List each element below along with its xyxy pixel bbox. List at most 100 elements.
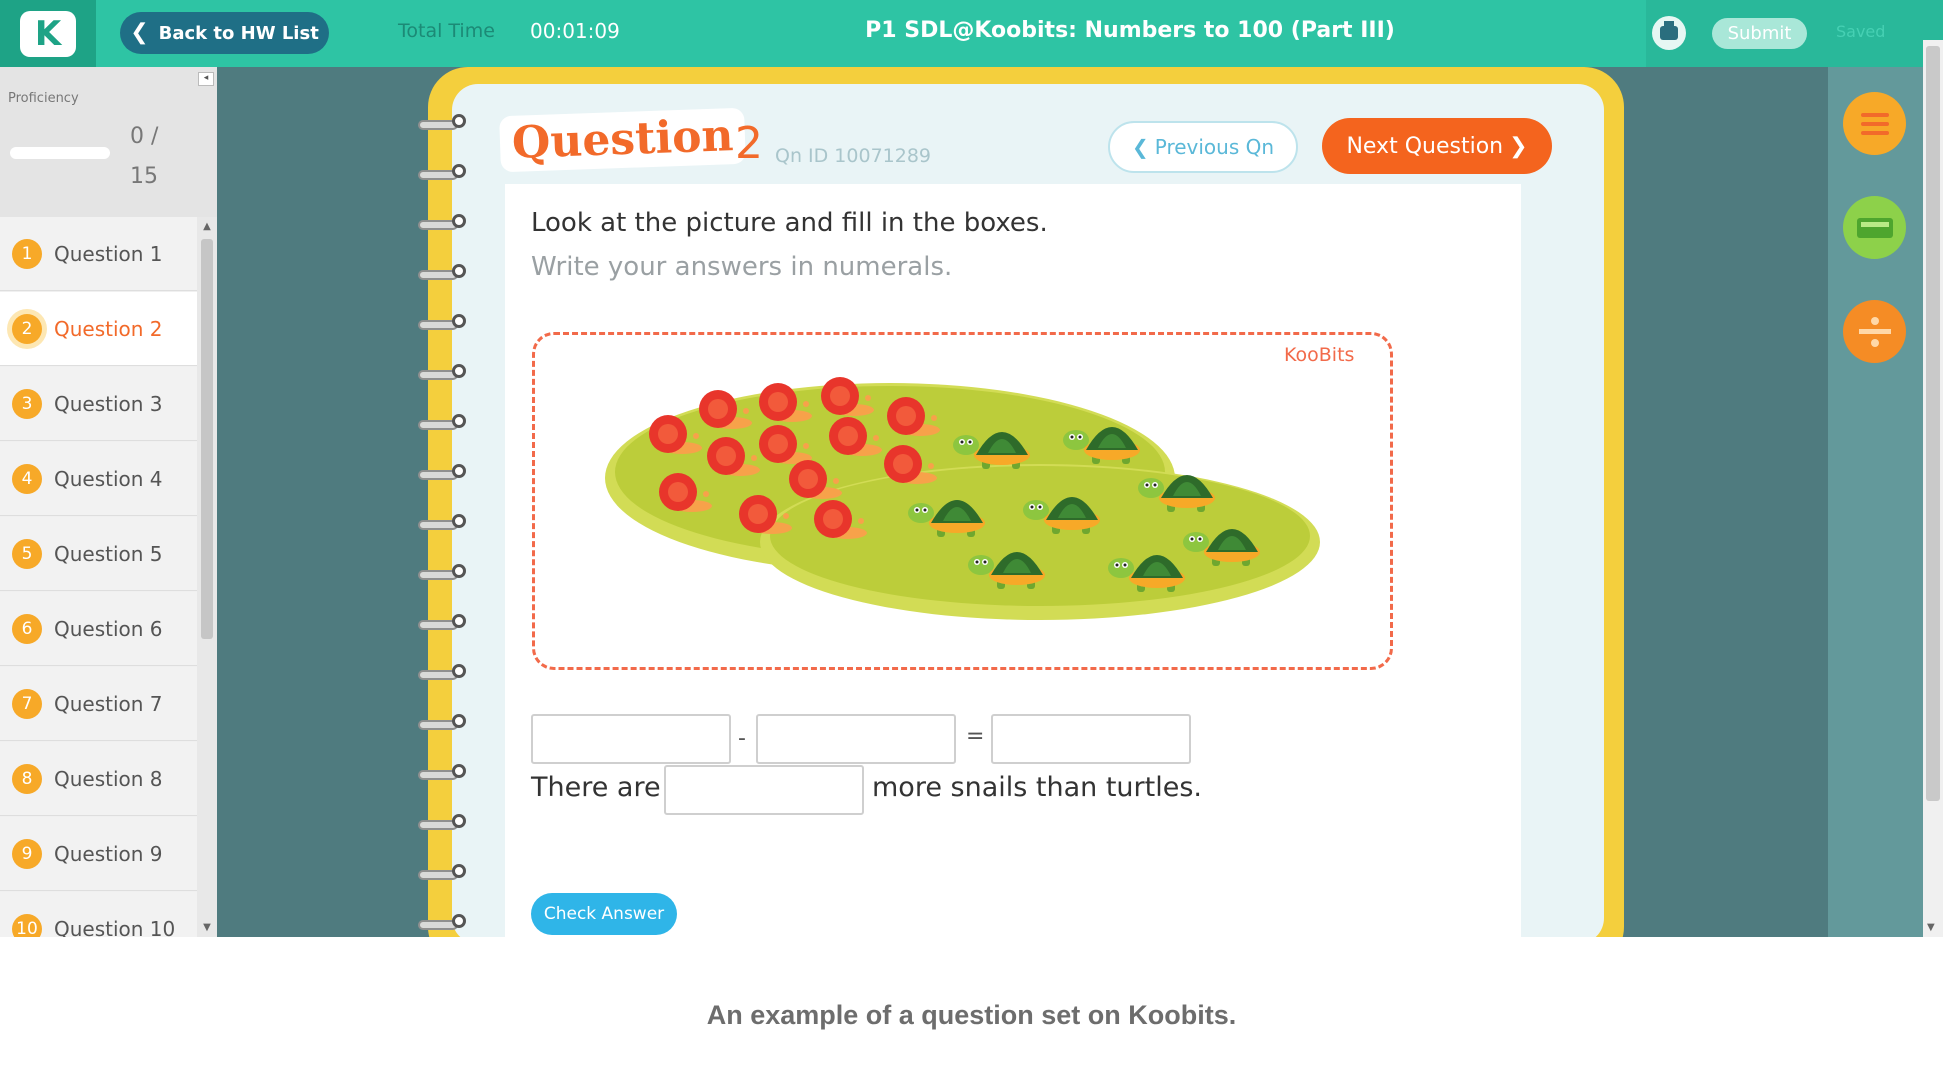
next-chevron-icon: ❯	[1509, 133, 1528, 159]
calculator-tool-button[interactable]	[1843, 196, 1906, 259]
equals-sign: =	[966, 724, 985, 749]
next-label: Next Question	[1346, 133, 1504, 159]
sidebar-item-question-3[interactable]: 3 Question 3	[0, 367, 197, 441]
sidebar-item-question-8[interactable]: 8 Question 8	[0, 742, 197, 816]
list-tool-icon	[1860, 112, 1889, 135]
next-question-button[interactable]: Next Question ❯	[1322, 118, 1552, 174]
notebook-ring	[418, 164, 466, 182]
question-number-badge: 6	[12, 613, 42, 644]
previous-question-button[interactable]: ❮ Previous Qn	[1108, 121, 1298, 173]
sidebar-item-label: Question 1	[54, 241, 163, 266]
proficiency-bar	[10, 147, 110, 159]
snails-and-turtles-illustration	[605, 377, 1320, 620]
number-bond-tool-icon	[1858, 316, 1891, 347]
back-label: Back to HW List	[158, 22, 319, 44]
subinstruction-text: Write your answers in numerals.	[531, 252, 953, 282]
notebook-ring	[418, 414, 466, 432]
notebook-ring	[418, 664, 466, 682]
sidebar-item-question-6[interactable]: 6 Question 6	[0, 592, 197, 666]
print-icon	[1660, 21, 1678, 40]
sentence-prefix: There are	[531, 772, 661, 803]
proficiency-label: Proficiency	[8, 91, 79, 106]
sidebar-item-label: Question 7	[54, 691, 163, 716]
question-number-badge: 9	[12, 838, 42, 869]
question-number-badge: 1	[12, 238, 42, 269]
homework-title: P1 SDL@Koobits: Numbers to 100 (Part III…	[865, 18, 1395, 43]
sidebar-item-label: Question 2	[54, 316, 163, 341]
notebook-ring	[418, 764, 466, 782]
sidebar-item-question-5[interactable]: 5 Question 5	[0, 517, 197, 591]
sidebar-item-question-9[interactable]: 9 Question 9	[0, 817, 197, 891]
sidebar-scroll-thumb[interactable]	[201, 239, 213, 639]
sidebar-item-label: Question 4	[54, 466, 163, 491]
sidebar-item-question-1[interactable]: 1 Question 1	[0, 217, 197, 291]
notebook-ring	[418, 814, 466, 832]
question-number-badge: 10	[12, 913, 42, 937]
sentence-suffix: more snails than turtles.	[872, 772, 1202, 803]
list-tool-button[interactable]	[1843, 92, 1906, 155]
sidebar-item-question-7[interactable]: 7 Question 7	[0, 667, 197, 741]
back-to-hw-list-button[interactable]: ❮ Back to HW List	[120, 12, 329, 54]
answer-box-difference[interactable]	[991, 714, 1191, 764]
submit-button[interactable]: Submit	[1712, 18, 1807, 49]
answer-box-snails[interactable]	[531, 714, 731, 764]
sidebar-item-question-2[interactable]: 2 Question 2	[0, 292, 197, 366]
back-chevron-icon: ❮	[130, 20, 149, 45]
snail	[821, 377, 874, 416]
notebook-ring	[418, 564, 466, 582]
answer-box-turtles[interactable]	[756, 714, 956, 764]
notebook-ring	[418, 914, 466, 932]
sidebar-item-question-4[interactable]: 4 Question 4	[0, 442, 197, 516]
page-scroll-thumb[interactable]	[1926, 46, 1940, 801]
page-scroll-down-icon[interactable]: ▼	[1927, 922, 1935, 933]
question-list: 1 Question 1 2 Question 2 3 Question 3 4 Questi…	[0, 217, 197, 937]
collapse-sidebar-button[interactable]: ◂	[198, 72, 214, 86]
sidebar-item-label: Question 5	[54, 541, 163, 566]
koobits-logo[interactable]: K	[0, 0, 96, 67]
answer-box-more[interactable]	[664, 765, 864, 815]
notebook-ring	[418, 864, 466, 882]
notebook-ring	[418, 714, 466, 732]
total-time-value: 00:01:09	[530, 19, 620, 43]
question-id: Qn ID 10071289	[775, 145, 932, 167]
print-button[interactable]	[1652, 16, 1686, 50]
figure-caption: An example of a question set on Koobits.	[706, 1000, 1237, 1030]
question-number-badge: 3	[12, 388, 42, 419]
question-sidebar: Proficiency 0 / 15 ◂ 1 Question 1 2 Questio…	[0, 67, 217, 937]
question-number-badge: 7	[12, 688, 42, 719]
saved-status: Saved	[1836, 22, 1886, 41]
question-heading: Question	[499, 107, 747, 173]
proficiency-count: 0 / 15	[130, 124, 159, 189]
notebook-ring	[418, 114, 466, 132]
notebook-ring	[418, 314, 466, 332]
proficiency-panel: Proficiency 0 / 15 ◂	[0, 67, 217, 217]
sidebar-item-label: Question 10	[54, 916, 176, 938]
koobits-app: K ❮ Back to HW List Total Time 00:01:09 …	[0, 0, 1943, 937]
sidebar-item-label: Question 9	[54, 841, 163, 866]
notebook-ring	[418, 264, 466, 282]
notebook-ring	[418, 464, 466, 482]
question-number-badge: 2	[12, 313, 42, 344]
top-bar: K ❮ Back to HW List Total Time 00:01:09 …	[0, 0, 1943, 67]
sidebar-item-label: Question 6	[54, 616, 163, 641]
calculator-tool-icon	[1856, 217, 1893, 238]
scroll-up-icon[interactable]: ▲	[200, 221, 214, 232]
total-time-label: Total Time	[398, 20, 495, 42]
number-bond-tool-button[interactable]	[1843, 300, 1906, 363]
notebook-ring	[418, 364, 466, 382]
question-number-badge: 5	[12, 538, 42, 569]
minus-sign: -	[738, 726, 746, 751]
question-number: 2	[735, 118, 763, 169]
sidebar-scrollbar[interactable]: ▲ ▼	[197, 217, 217, 937]
question-number-badge: 4	[12, 463, 42, 494]
previous-label: Previous Qn	[1154, 135, 1275, 159]
scroll-down-icon[interactable]: ▼	[200, 922, 214, 933]
notebook-ring	[418, 514, 466, 532]
page-scrollbar[interactable]: ▼	[1923, 40, 1943, 937]
instruction-text: Look at the picture and fill in the boxe…	[531, 208, 1048, 238]
sidebar-item-question-10[interactable]: 10 Question 10	[0, 892, 197, 937]
question-number-badge: 8	[12, 763, 42, 794]
notebook-ring	[418, 214, 466, 232]
check-answer-button[interactable]: Check Answer	[531, 893, 677, 935]
sidebar-item-label: Question 3	[54, 391, 163, 416]
